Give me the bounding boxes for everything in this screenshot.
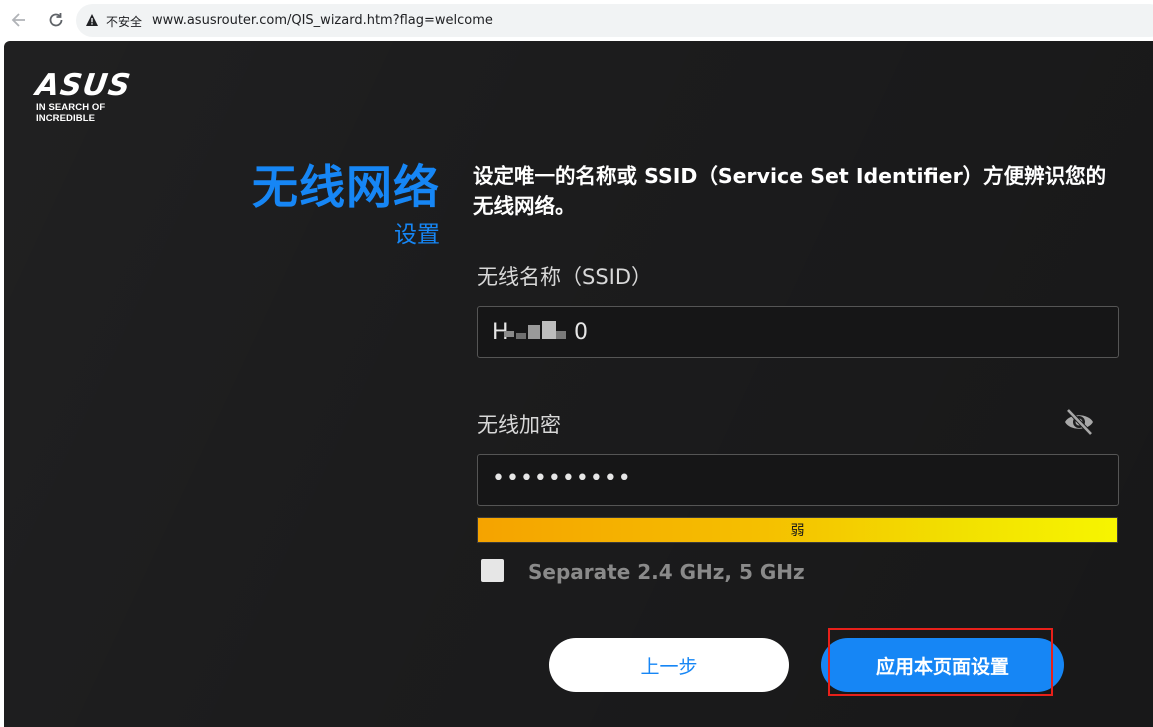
- separate-bands-label[interactable]: Separate 2.4 GHz, 5 GHz: [528, 560, 805, 584]
- ssid-value-end: 0: [574, 320, 588, 345]
- back-arrow-icon[interactable]: [8, 9, 30, 31]
- url-text[interactable]: www.asusrouter.com/QIS_wizard.htm?flag=w…: [152, 13, 493, 28]
- password-strength-bar: 弱: [477, 517, 1118, 543]
- logo-tagline: IN SEARCH OF INCREDIBLE: [36, 102, 106, 124]
- wireless-key-value: ••••••••••: [492, 466, 632, 491]
- address-bar[interactable]: 不安全 www.asusrouter.com/QIS_wizard.htm?fl…: [76, 4, 1153, 37]
- separate-bands-checkbox[interactable]: [481, 559, 504, 582]
- router-setup-page: ASUS IN SEARCH OF INCREDIBLE 无线网络 设置 设定唯…: [4, 41, 1153, 727]
- warning-triangle-icon[interactable]: [85, 13, 99, 27]
- reload-icon[interactable]: [45, 9, 67, 31]
- password-strength-label: 弱: [790, 523, 805, 539]
- eye-off-icon[interactable]: [1062, 405, 1096, 439]
- security-label[interactable]: 不安全: [106, 13, 142, 30]
- logo-wordmark: ASUS: [33, 68, 134, 103]
- ssid-label: 无线名称（SSID）: [477, 265, 653, 289]
- previous-button[interactable]: 上一步: [549, 638, 789, 692]
- wireless-key-input[interactable]: ••••••••••: [477, 454, 1119, 506]
- highlight-annotation-box: [828, 628, 1053, 696]
- page-subtitle: 设置: [394, 222, 440, 248]
- asus-logo: ASUS IN SEARCH OF INCREDIBLE: [33, 68, 158, 124]
- page-description: 设定唯一的名称或 SSID（Service Set Identifier）方便辨…: [473, 164, 1107, 218]
- ssid-input[interactable]: H 0: [477, 306, 1119, 358]
- page-title: 无线网络: [252, 160, 440, 214]
- wireless-key-label: 无线加密: [477, 413, 561, 437]
- browser-toolbar: 不安全 www.asusrouter.com/QIS_wizard.htm?fl…: [0, 0, 1153, 41]
- ssid-pixelated-mask: [504, 321, 574, 343]
